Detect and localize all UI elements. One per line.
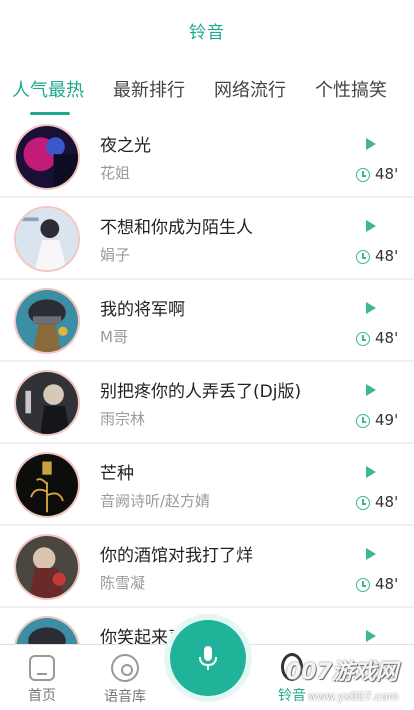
clock-icon — [356, 496, 370, 510]
song-duration: 48' — [375, 329, 399, 347]
song-title: 芒种 — [100, 464, 134, 484]
song-duration: 48' — [375, 165, 399, 183]
play-icon[interactable] — [366, 302, 376, 314]
clock-icon — [356, 250, 370, 264]
nav-ringtone-label: 铃音 — [278, 688, 306, 704]
nav-home[interactable]: 首页 — [22, 645, 62, 710]
song-title: 不想和你成为陌生人 — [100, 218, 253, 238]
play-icon[interactable] — [366, 466, 376, 478]
song-title: 你的酒馆对我打了烊 — [100, 546, 253, 566]
song-artist: 娟子 — [100, 246, 131, 264]
song-cover — [14, 616, 80, 644]
active-tab-indicator — [30, 112, 70, 115]
clock-icon — [356, 414, 370, 428]
song-title: 夜之光 — [100, 136, 151, 156]
nav-ringtone[interactable]: 铃音 — [272, 645, 312, 710]
category-tabs: 人气最热 最新排行 网络流行 个性搞笑 — [0, 66, 414, 116]
song-duration: 49' — [375, 411, 399, 429]
clock-icon — [356, 332, 370, 346]
play-icon[interactable] — [366, 548, 376, 560]
ringtone-icon — [281, 653, 303, 681]
nav-home-label: 首页 — [28, 688, 56, 704]
play-icon[interactable] — [366, 384, 376, 396]
song-artist: 陈雪凝 — [100, 574, 146, 592]
tab-latest[interactable]: 最新排行 — [113, 66, 185, 116]
song-artist: M哥 — [100, 328, 128, 346]
song-title: 我的将军啊 — [100, 300, 185, 320]
list-item[interactable]: 别把疼你的人弄丢了(Dj版) 雨宗林 49' — [0, 362, 414, 442]
song-cover — [14, 534, 80, 600]
tab-trending[interactable]: 网络流行 — [214, 66, 286, 116]
play-icon[interactable] — [366, 630, 376, 642]
microphone-icon — [199, 646, 217, 670]
tab-popular[interactable]: 人气最热 — [12, 66, 84, 116]
list-item[interactable]: 芒种 音阙诗听/赵方婧 48' — [0, 444, 414, 524]
disc-icon — [111, 654, 139, 682]
song-duration: 48' — [375, 247, 399, 265]
clock-icon — [356, 578, 370, 592]
nav-voice-library-label: 语音库 — [104, 689, 146, 705]
song-cover — [14, 370, 80, 436]
top-bar: 铃音 — [0, 0, 414, 60]
song-duration: 48' — [375, 493, 399, 511]
song-artist: 音阙诗听/赵方婧 — [100, 492, 211, 510]
page-title: 铃音 — [189, 22, 225, 43]
tab-funny[interactable]: 个性搞笑 — [315, 66, 387, 116]
nav-voice-library[interactable]: 语音库 — [100, 645, 150, 710]
song-list[interactable]: 夜之光 花姐 48' 不想和你成为陌生人 娟子 48' 我的将军啊 M哥 48'… — [0, 116, 414, 644]
list-item[interactable]: 夜之光 花姐 48' — [0, 116, 414, 196]
play-icon[interactable] — [366, 220, 376, 232]
list-item[interactable]: 我的将军啊 M哥 48' — [0, 280, 414, 360]
home-icon — [29, 655, 55, 681]
clock-icon — [356, 168, 370, 182]
song-artist: 花姐 — [100, 164, 131, 182]
list-item[interactable]: 不想和你成为陌生人 娟子 48' — [0, 198, 414, 278]
list-item[interactable]: 你的酒馆对我打了烊 陈雪凝 48' — [0, 526, 414, 606]
record-button[interactable] — [170, 620, 246, 696]
song-cover — [14, 452, 80, 518]
song-duration: 48' — [375, 575, 399, 593]
song-cover — [14, 288, 80, 354]
song-artist: 雨宗林 — [100, 410, 146, 428]
song-cover — [14, 124, 80, 190]
song-title: 别把疼你的人弄丢了(Dj版) — [100, 382, 302, 402]
song-cover — [14, 206, 80, 272]
play-icon[interactable] — [366, 138, 376, 150]
